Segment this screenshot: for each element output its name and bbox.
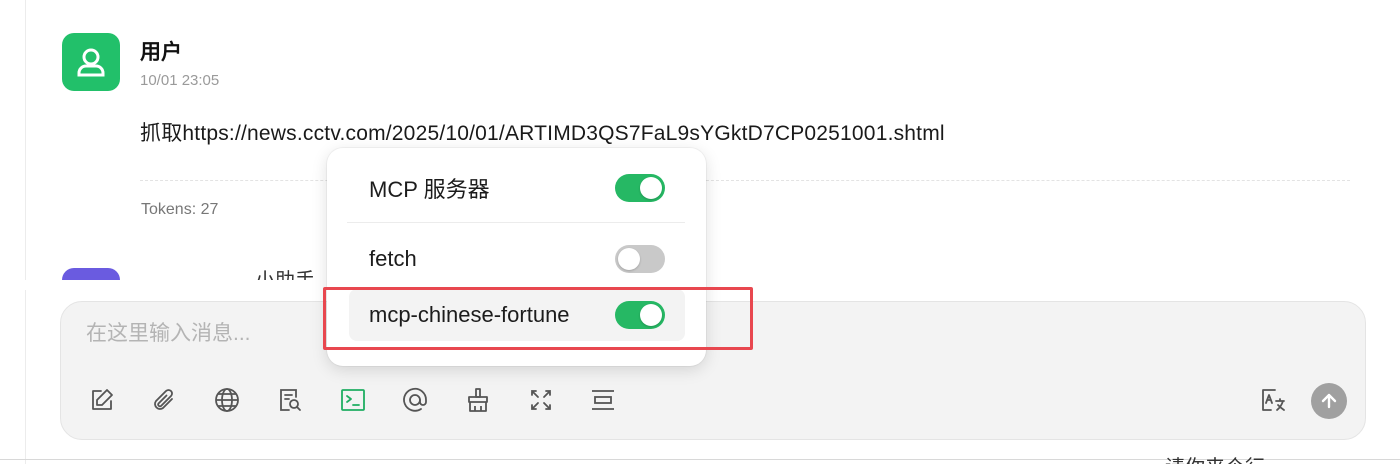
toggle-knob <box>640 304 662 326</box>
user-avatar[interactable] <box>62 33 120 91</box>
token-count: Tokens: 27 <box>141 201 219 218</box>
mcp-server-fetch[interactable]: fetch <box>349 233 685 285</box>
toggle-knob <box>640 177 662 199</box>
mcp-servers-title: MCP 服务器 <box>369 177 490 202</box>
user-icon <box>77 48 105 77</box>
mcp-server-chinese-fortune-toggle[interactable] <box>615 301 665 329</box>
send-button[interactable] <box>1311 383 1347 419</box>
toggle-knob <box>618 248 640 270</box>
clean-icon[interactable] <box>461 383 495 417</box>
assistant-avatar[interactable] <box>62 268 120 280</box>
attachment-icon[interactable] <box>147 383 181 417</box>
mcp-server-label: fetch <box>369 246 417 271</box>
mcp-server-chinese-fortune[interactable]: mcp-chinese-fortune <box>349 289 685 341</box>
edit-icon[interactable] <box>85 383 119 417</box>
translate-icon[interactable] <box>1256 383 1290 417</box>
terminal-icon[interactable] <box>336 383 370 417</box>
popup-divider <box>347 222 685 223</box>
more-icon[interactable] <box>586 383 620 417</box>
globe-icon[interactable] <box>210 383 244 417</box>
panel-edge <box>25 0 26 464</box>
message-timestamp: 10/01 23:05 <box>140 72 220 89</box>
message-sender: 用户 <box>140 41 182 64</box>
mcp-server-fetch-toggle[interactable] <box>615 245 665 273</box>
mcp-servers-header[interactable]: MCP 服务器 <box>349 162 685 214</box>
mcp-server-label: mcp-chinese-fortune <box>369 302 570 327</box>
assistant-name: 小助手 <box>255 265 335 280</box>
message-text: 抓取https://news.cctv.com/2025/10/01/ARTIM… <box>140 122 945 145</box>
at-icon[interactable] <box>398 383 432 417</box>
mcp-master-toggle[interactable] <box>615 174 665 202</box>
send-icon <box>1321 393 1337 409</box>
fullscreen-icon[interactable] <box>524 383 558 417</box>
message-divider <box>140 180 1350 181</box>
knowledge-search-icon[interactable] <box>273 383 307 417</box>
mcp-servers-popup: MCP 服务器 fetch mcp-chinese-fortune <box>327 148 706 366</box>
bottom-text-fragment: 请你来个行 <box>1165 454 1365 464</box>
